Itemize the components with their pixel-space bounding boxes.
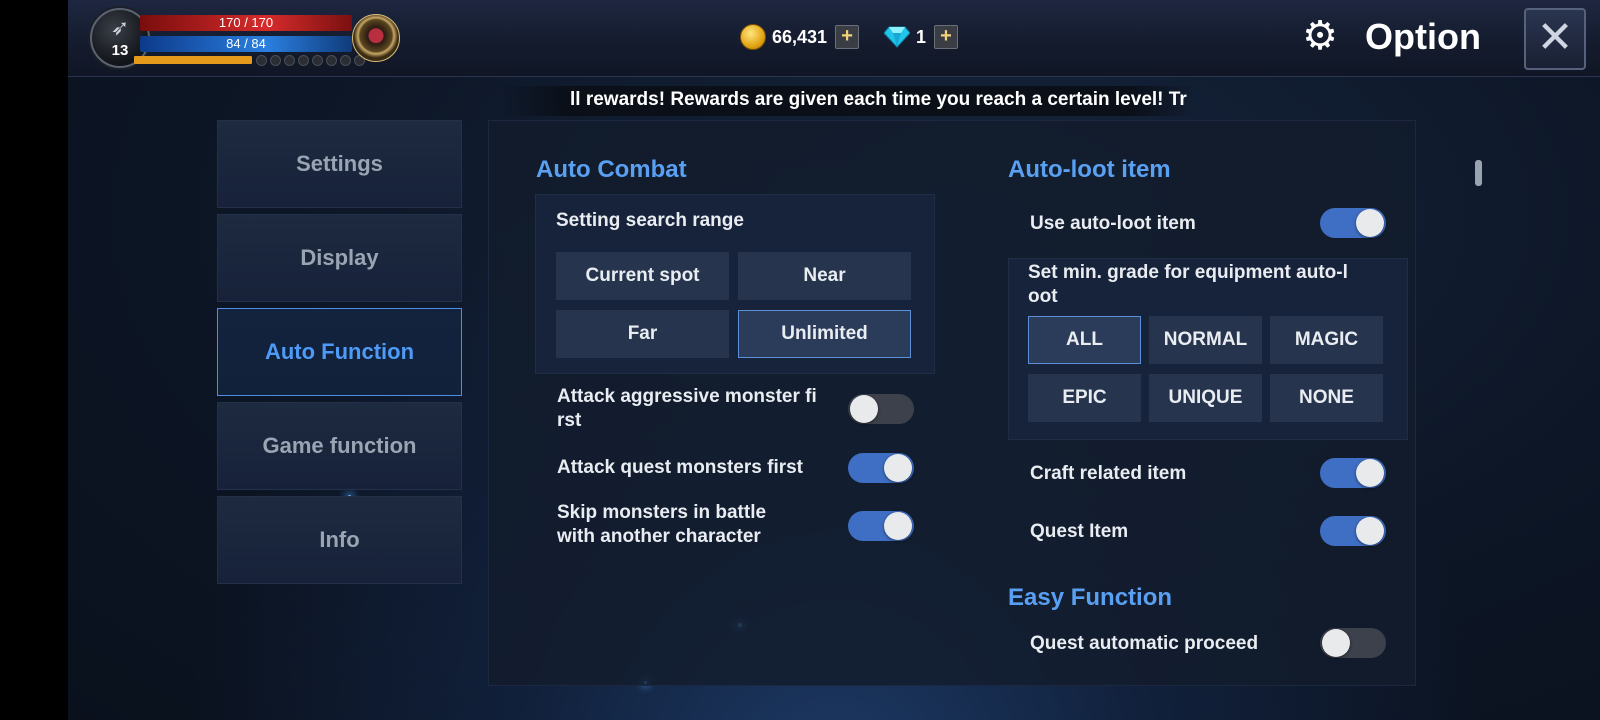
exp-dot [270, 55, 281, 66]
exp-dot [298, 55, 309, 66]
exp-dot [312, 55, 323, 66]
range-far-button[interactable]: Far [556, 310, 729, 358]
exp-segments [256, 55, 365, 66]
quest-auto-proceed-toggle[interactable] [1320, 628, 1386, 658]
craft-related-toggle[interactable] [1320, 458, 1386, 488]
grade-none-button[interactable]: NONE [1270, 374, 1383, 422]
top-hud-bar: ➶ 13 170 / 170 84 / 84 66,431 + 1 + ⚙ Op… [68, 0, 1600, 77]
exp-dot [256, 55, 267, 66]
range-near-button[interactable]: Near [738, 252, 911, 300]
quest-item-toggle[interactable] [1320, 516, 1386, 546]
label-line: oot [1028, 286, 1058, 307]
use-auto-loot-label: Use auto-loot item [1030, 213, 1196, 234]
coin-icon [740, 24, 766, 50]
page-title: Option [1365, 16, 1481, 57]
label-line: Skip monsters in battle [557, 502, 767, 523]
wing-emblem-icon[interactable] [352, 14, 400, 62]
toggle-knob [1356, 459, 1384, 487]
mp-bar: 84 / 84 [140, 36, 352, 52]
use-auto-loot-toggle[interactable] [1320, 208, 1386, 238]
gear-icon: ⚙ [1302, 14, 1338, 58]
attack-quest-monsters-toggle[interactable] [848, 453, 914, 483]
gold-display: 66,431 + [740, 24, 860, 50]
auto-combat-title: Auto Combat [536, 156, 687, 183]
gold-amount: 66,431 [772, 26, 828, 47]
add-gold-button[interactable]: + [835, 25, 860, 49]
quest-auto-proceed-label: Quest automatic proceed [1030, 633, 1259, 654]
quest-item-label: Quest Item [1030, 521, 1129, 542]
diamond-icon [884, 26, 910, 48]
loot-grade-label: Set min. grade for equipment auto-l oot [1028, 261, 1348, 309]
exp-dot [284, 55, 295, 66]
skip-monsters-label: Skip monsters in battle with another cha… [557, 501, 766, 549]
grade-epic-button[interactable]: EPIC [1028, 374, 1141, 422]
craft-related-label: Craft related item [1030, 463, 1187, 484]
nav-settings[interactable]: Settings [217, 120, 462, 208]
label-line: Set min. grade for equipment auto-l [1028, 262, 1348, 283]
label-line: rst [557, 410, 582, 431]
grade-magic-button[interactable]: MAGIC [1270, 316, 1383, 364]
toggle-knob [1356, 517, 1384, 545]
exp-dot [326, 55, 337, 66]
nav-auto-function[interactable]: Auto Function [217, 308, 462, 396]
nav-display[interactable]: Display [217, 214, 462, 302]
range-unlimited-button[interactable]: Unlimited [738, 310, 911, 358]
close-button[interactable]: ✕ [1524, 8, 1586, 70]
toggle-knob [884, 454, 912, 482]
game-screen: ➶ 13 170 / 170 84 / 84 66,431 + 1 + ⚙ Op… [68, 0, 1600, 720]
grade-all-button[interactable]: ALL [1028, 316, 1141, 364]
grade-normal-button[interactable]: NORMAL [1149, 316, 1262, 364]
exp-dot [340, 55, 351, 66]
nav-info[interactable]: Info [217, 496, 462, 584]
attack-aggressive-label: Attack aggressive monster fi rst [557, 385, 817, 433]
auto-loot-title: Auto-loot item [1008, 156, 1171, 183]
panel-scrollbar[interactable] [1475, 160, 1482, 186]
label-line: with another character [557, 526, 761, 547]
gem-display: 1 + [884, 24, 959, 50]
attack-quest-monsters-label: Attack quest monsters first [557, 457, 804, 478]
toggle-knob [884, 512, 912, 540]
bow-icon: ➶ [110, 15, 130, 40]
toggle-knob [1356, 209, 1384, 237]
label-line: Attack aggressive monster fi [557, 386, 817, 407]
hp-bar: 170 / 170 [140, 15, 352, 31]
search-range-label: Setting search range [556, 210, 744, 231]
range-current-spot-button[interactable]: Current spot [556, 252, 729, 300]
toggle-knob [850, 395, 878, 423]
announcement-ticker: ll rewards! Rewards are given each time … [500, 86, 1196, 116]
exp-bar [134, 56, 252, 64]
nav-game-function[interactable]: Game function [217, 402, 462, 490]
add-gem-button[interactable]: + [934, 25, 959, 49]
attack-aggressive-toggle[interactable] [848, 394, 914, 424]
easy-function-title: Easy Function [1008, 584, 1173, 611]
ticker-text: ll rewards! Rewards are given each time … [570, 89, 1187, 110]
gem-amount: 1 [916, 26, 927, 47]
grade-unique-button[interactable]: UNIQUE [1149, 374, 1262, 422]
skip-monsters-toggle[interactable] [848, 511, 914, 541]
toggle-knob [1322, 629, 1350, 657]
